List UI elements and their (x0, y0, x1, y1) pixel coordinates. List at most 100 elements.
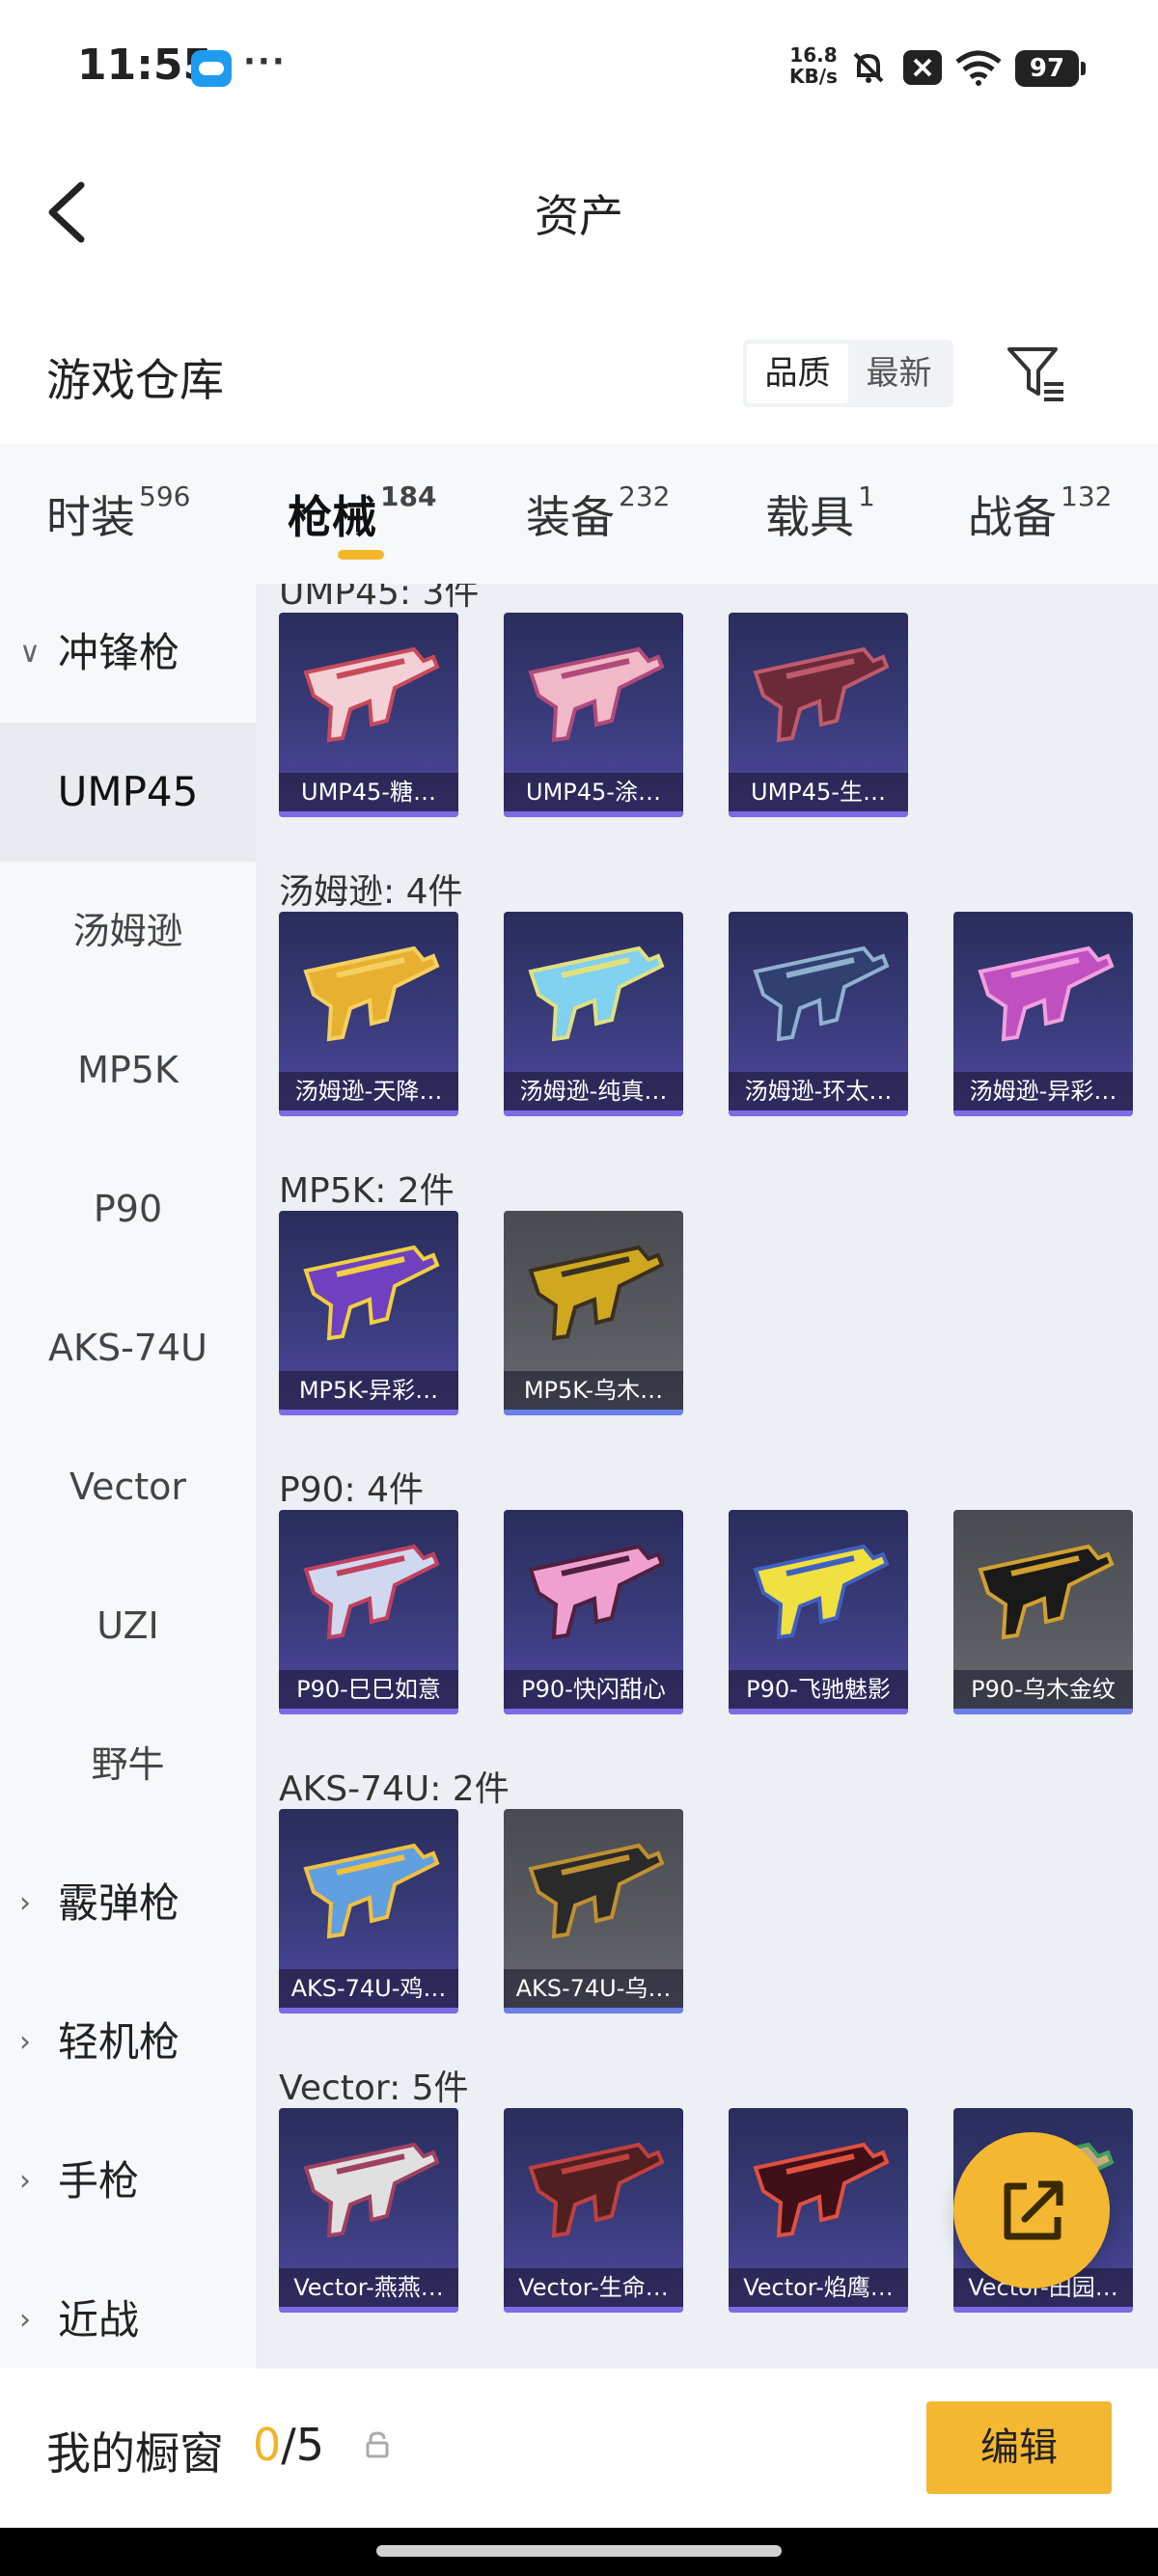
sidebar-item-p90[interactable]: P90 (0, 1139, 256, 1278)
speed-value: 16.8 (789, 43, 838, 67)
showcase-slash: / (281, 2419, 296, 2471)
sidebar-item-thompson[interactable]: 汤姆逊 (0, 862, 256, 1000)
edit-button[interactable]: 编辑 (926, 2401, 1112, 2494)
gun-body-shape (528, 646, 665, 743)
weapon-card[interactable]: 汤姆逊-纯真… (504, 912, 683, 1116)
weapon-card[interactable]: UMP45-生… (729, 613, 908, 817)
weapon-card[interactable]: 汤姆逊-异彩… (953, 912, 1133, 1116)
tab-label: 时装 (46, 491, 135, 543)
gun-body-shape (528, 1544, 665, 1640)
chevron-right-icon: › (19, 2025, 31, 2059)
sidebar-item-vector[interactable]: Vector (0, 1417, 256, 1556)
weapon-card[interactable]: P90-飞驰魅影 (729, 1510, 908, 1714)
weapon-card-name: 汤姆逊-纯真… (504, 1072, 683, 1110)
weapon-group-label: UMP45: 3件 (279, 584, 480, 613)
tab-equipment[interactable]: 装备 232 (526, 480, 670, 546)
weapon-card-name: AKS-74U-乌… (504, 1969, 683, 2008)
sidebar-item-uzi[interactable]: UZI (0, 1556, 256, 1695)
weapon-card-name: Vector-生命… (504, 2268, 683, 2307)
weapon-card[interactable]: UMP45-糖… (279, 613, 458, 817)
rarity-bar (504, 811, 683, 817)
no-sim-icon (903, 50, 942, 85)
sidebar-group-pistol[interactable]: › 手枪 (0, 2112, 256, 2251)
weapon-card-name: 汤姆逊-环太… (729, 1072, 908, 1110)
weapon-card-name: P90-快闪甜心 (504, 1670, 683, 1709)
tab-label: 枪械 (288, 491, 376, 543)
sidebar-group-lmg[interactable]: › 轻机枪 (0, 1973, 256, 2112)
weapon-card[interactable]: Vector-生命… (504, 2108, 683, 2313)
tab-combat-gear[interactable]: 战备 132 (968, 480, 1113, 546)
sidebar-group-label: 轻机枪 (58, 2018, 180, 2066)
sidebar-group-shotgun[interactable]: › 霰弹枪 (0, 1834, 256, 1973)
weapon-grid: UMP45: 3件 UMP45-糖… UMP45-涂… UMP45-生… 汤姆逊: 4件… (256, 584, 1158, 2369)
gun-skin-image (528, 945, 665, 1042)
tab-vehicles[interactable]: 载具 1 (765, 480, 875, 546)
weapon-card[interactable]: AKS-74U-乌… (504, 1809, 683, 2014)
tab-count: 132 (1061, 480, 1113, 512)
weapon-card[interactable]: MP5K-乌木… (504, 1211, 683, 1415)
rarity-bar (729, 2307, 908, 2313)
weapon-group-label: 汤姆逊: 4件 (279, 872, 463, 912)
weapon-card[interactable]: P90-快闪甜心 (504, 1510, 683, 1714)
chevron-down-icon: ∨ (19, 636, 41, 670)
showcase-count: 0/5 (253, 2419, 324, 2471)
rarity-bar (279, 2307, 458, 2313)
weapon-card[interactable]: 汤姆逊-天降… (279, 912, 458, 1116)
tab-firearms[interactable]: 枪械 184 (288, 480, 437, 546)
filter-icon[interactable] (1004, 342, 1067, 405)
sidebar-item-ump45[interactable]: UMP45 (0, 723, 256, 862)
gun-body-shape (978, 945, 1115, 1042)
gun-skin-image (753, 1544, 890, 1640)
weapon-card[interactable]: UMP45-涂… (504, 613, 683, 817)
gun-skin-image (753, 2142, 890, 2238)
weapon-card[interactable]: P90-乌木金纹 (953, 1510, 1133, 1714)
gun-skin-image (528, 1544, 665, 1640)
weapon-group-label: MP5K: 2件 (279, 1171, 455, 1211)
rarity-bar (279, 1110, 458, 1116)
weapon-card-name: Vector-燕燕… (279, 2268, 458, 2307)
section-title: 游戏仓库 (46, 354, 224, 406)
gun-skin-image (978, 1544, 1115, 1640)
weapon-card-name: UMP45-糖… (279, 773, 458, 811)
gun-skin-image (528, 646, 665, 743)
chevron-right-icon: › (19, 1886, 31, 1920)
weapon-sidebar: ∨ 冲锋枪 UMP45 汤姆逊 MP5K P90 AKS-74U Vector … (0, 584, 256, 2369)
weapon-card-name: Vector-焰鹰… (729, 2268, 908, 2307)
sidebar-item-bizon[interactable]: 野牛 (0, 1695, 256, 1834)
weapon-card[interactable]: Vector-燕燕… (279, 2108, 458, 2313)
weapon-card[interactable]: MP5K-异彩… (279, 1211, 458, 1415)
more-dots: ··· (243, 42, 287, 81)
weapon-card-name: UMP45-涂… (504, 773, 683, 811)
weapon-card[interactable]: P90-巳巳如意 (279, 1510, 458, 1714)
tab-count: 184 (380, 480, 437, 512)
gun-skin-image (753, 945, 890, 1042)
sidebar-item-aks74u[interactable]: AKS-74U (0, 1278, 256, 1417)
share-button[interactable] (953, 2132, 1110, 2288)
sidebar-group-smg[interactable]: ∨ 冲锋枪 (0, 584, 256, 723)
gun-body-shape (528, 1245, 665, 1341)
rarity-bar (504, 2008, 683, 2014)
category-tabs: 时装 596 枪械 184 装备 232 载具 1 战备 132 (0, 444, 1158, 584)
gun-skin-image (303, 1544, 440, 1640)
battery-indicator: 97 (1015, 50, 1086, 87)
tab-label: 装备 (526, 491, 615, 543)
weapon-card[interactable]: Vector-焰鹰… (729, 2108, 908, 2313)
page-title: 资产 (535, 190, 623, 242)
rarity-bar (504, 2307, 683, 2313)
weapon-card[interactable]: 汤姆逊-环太… (729, 912, 908, 1116)
weapon-card[interactable]: AKS-74U-鸡… (279, 1809, 458, 2014)
sort-newest-button[interactable]: 最新 (848, 343, 950, 403)
share-external-icon (1004, 2180, 1063, 2240)
weapon-card-name: UMP45-生… (729, 773, 908, 811)
status-bar: 11:55 ··· 16.8 KB/s 97 (0, 0, 1158, 135)
rarity-bar (729, 811, 908, 817)
tab-fashion[interactable]: 时装 596 (46, 480, 190, 546)
gun-skin-image (303, 1843, 440, 1939)
gun-skin-image (528, 1843, 665, 1939)
gun-body-shape (753, 2142, 890, 2238)
home-indicator[interactable] (376, 2545, 782, 2557)
gun-skin-image (303, 2142, 440, 2238)
gun-skin-image (303, 646, 440, 743)
sidebar-item-mp5k[interactable]: MP5K (0, 1000, 256, 1139)
sort-quality-button[interactable]: 品质 (747, 343, 848, 403)
